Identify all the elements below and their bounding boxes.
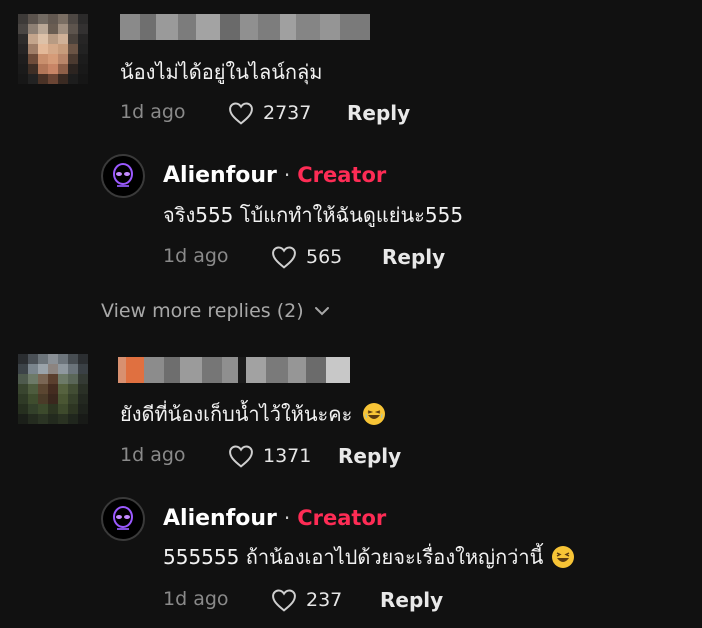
creator-badge: Creator bbox=[297, 163, 387, 187]
laughing-emoji-icon bbox=[551, 546, 574, 568]
creator-badge: Creator bbox=[297, 506, 387, 530]
creator-avatar[interactable] bbox=[101, 497, 145, 541]
view-more-replies-button[interactable]: View more replies (2) bbox=[101, 300, 330, 322]
reply-text-body: 555555 ถ้าน้องเอาไปด้วยจะเรื่องใหญ่กว่าน… bbox=[163, 545, 544, 569]
comment-text-body: ยังดีที่น้องเก็บน้ำไว้ให้นะคะ bbox=[120, 402, 353, 426]
reply-button[interactable]: Reply bbox=[347, 101, 410, 125]
comment-timestamp: 1d ago bbox=[120, 444, 186, 466]
reply-timestamp: 1d ago bbox=[163, 245, 229, 267]
comment-timestamp: 1d ago bbox=[120, 101, 186, 123]
reply-header: Alienfour · Creator bbox=[163, 163, 386, 188]
laughing-emoji-icon bbox=[362, 403, 385, 425]
heart-outline-icon[interactable] bbox=[270, 588, 298, 612]
creator-avatar[interactable] bbox=[101, 154, 145, 198]
separator-dot: · bbox=[283, 163, 291, 187]
author-name[interactable]: Alienfour bbox=[163, 506, 277, 531]
reply-button[interactable]: Reply bbox=[380, 588, 443, 612]
reply-header: Alienfour · Creator bbox=[163, 506, 386, 531]
like-button[interactable]: 2737 bbox=[227, 101, 311, 125]
chevron-down-icon bbox=[314, 307, 329, 316]
username-blurred[interactable] bbox=[118, 357, 350, 383]
alien-logo-icon bbox=[113, 506, 133, 530]
reply-button[interactable]: Reply bbox=[382, 245, 445, 269]
like-button[interactable]: 1371 bbox=[227, 444, 311, 468]
like-count: 565 bbox=[306, 246, 343, 268]
like-button[interactable]: 565 bbox=[270, 245, 342, 269]
reply-text: จริง555 โบ้แกทำให้ฉันดูแย่นะ555 bbox=[163, 203, 464, 227]
separator-dot: · bbox=[283, 506, 291, 530]
user-avatar-blurred[interactable] bbox=[18, 14, 88, 84]
heart-outline-icon[interactable] bbox=[270, 245, 298, 269]
heart-outline-icon[interactable] bbox=[227, 101, 255, 125]
reply-text: 555555 ถ้าน้องเอาไปด้วยจะเรื่องใหญ่กว่าน… bbox=[163, 544, 574, 570]
author-name[interactable]: Alienfour bbox=[163, 163, 277, 188]
like-count: 1371 bbox=[263, 445, 312, 467]
comment-text: ยังดีที่น้องเก็บน้ำไว้ให้นะคะ bbox=[120, 401, 385, 427]
like-button[interactable]: 237 bbox=[270, 588, 342, 612]
username-blurred[interactable] bbox=[120, 14, 370, 40]
reply-button[interactable]: Reply bbox=[338, 444, 401, 468]
like-count: 2737 bbox=[263, 102, 312, 124]
like-count: 237 bbox=[306, 589, 343, 611]
heart-outline-icon[interactable] bbox=[227, 444, 255, 468]
reply-timestamp: 1d ago bbox=[163, 588, 229, 610]
alien-logo-icon bbox=[113, 163, 133, 187]
view-more-label: View more replies (2) bbox=[101, 300, 304, 322]
user-avatar-blurred[interactable] bbox=[18, 354, 88, 424]
comment-text: น้องไม่ได้อยู่ในไลน์กลุ่ม bbox=[120, 60, 323, 84]
